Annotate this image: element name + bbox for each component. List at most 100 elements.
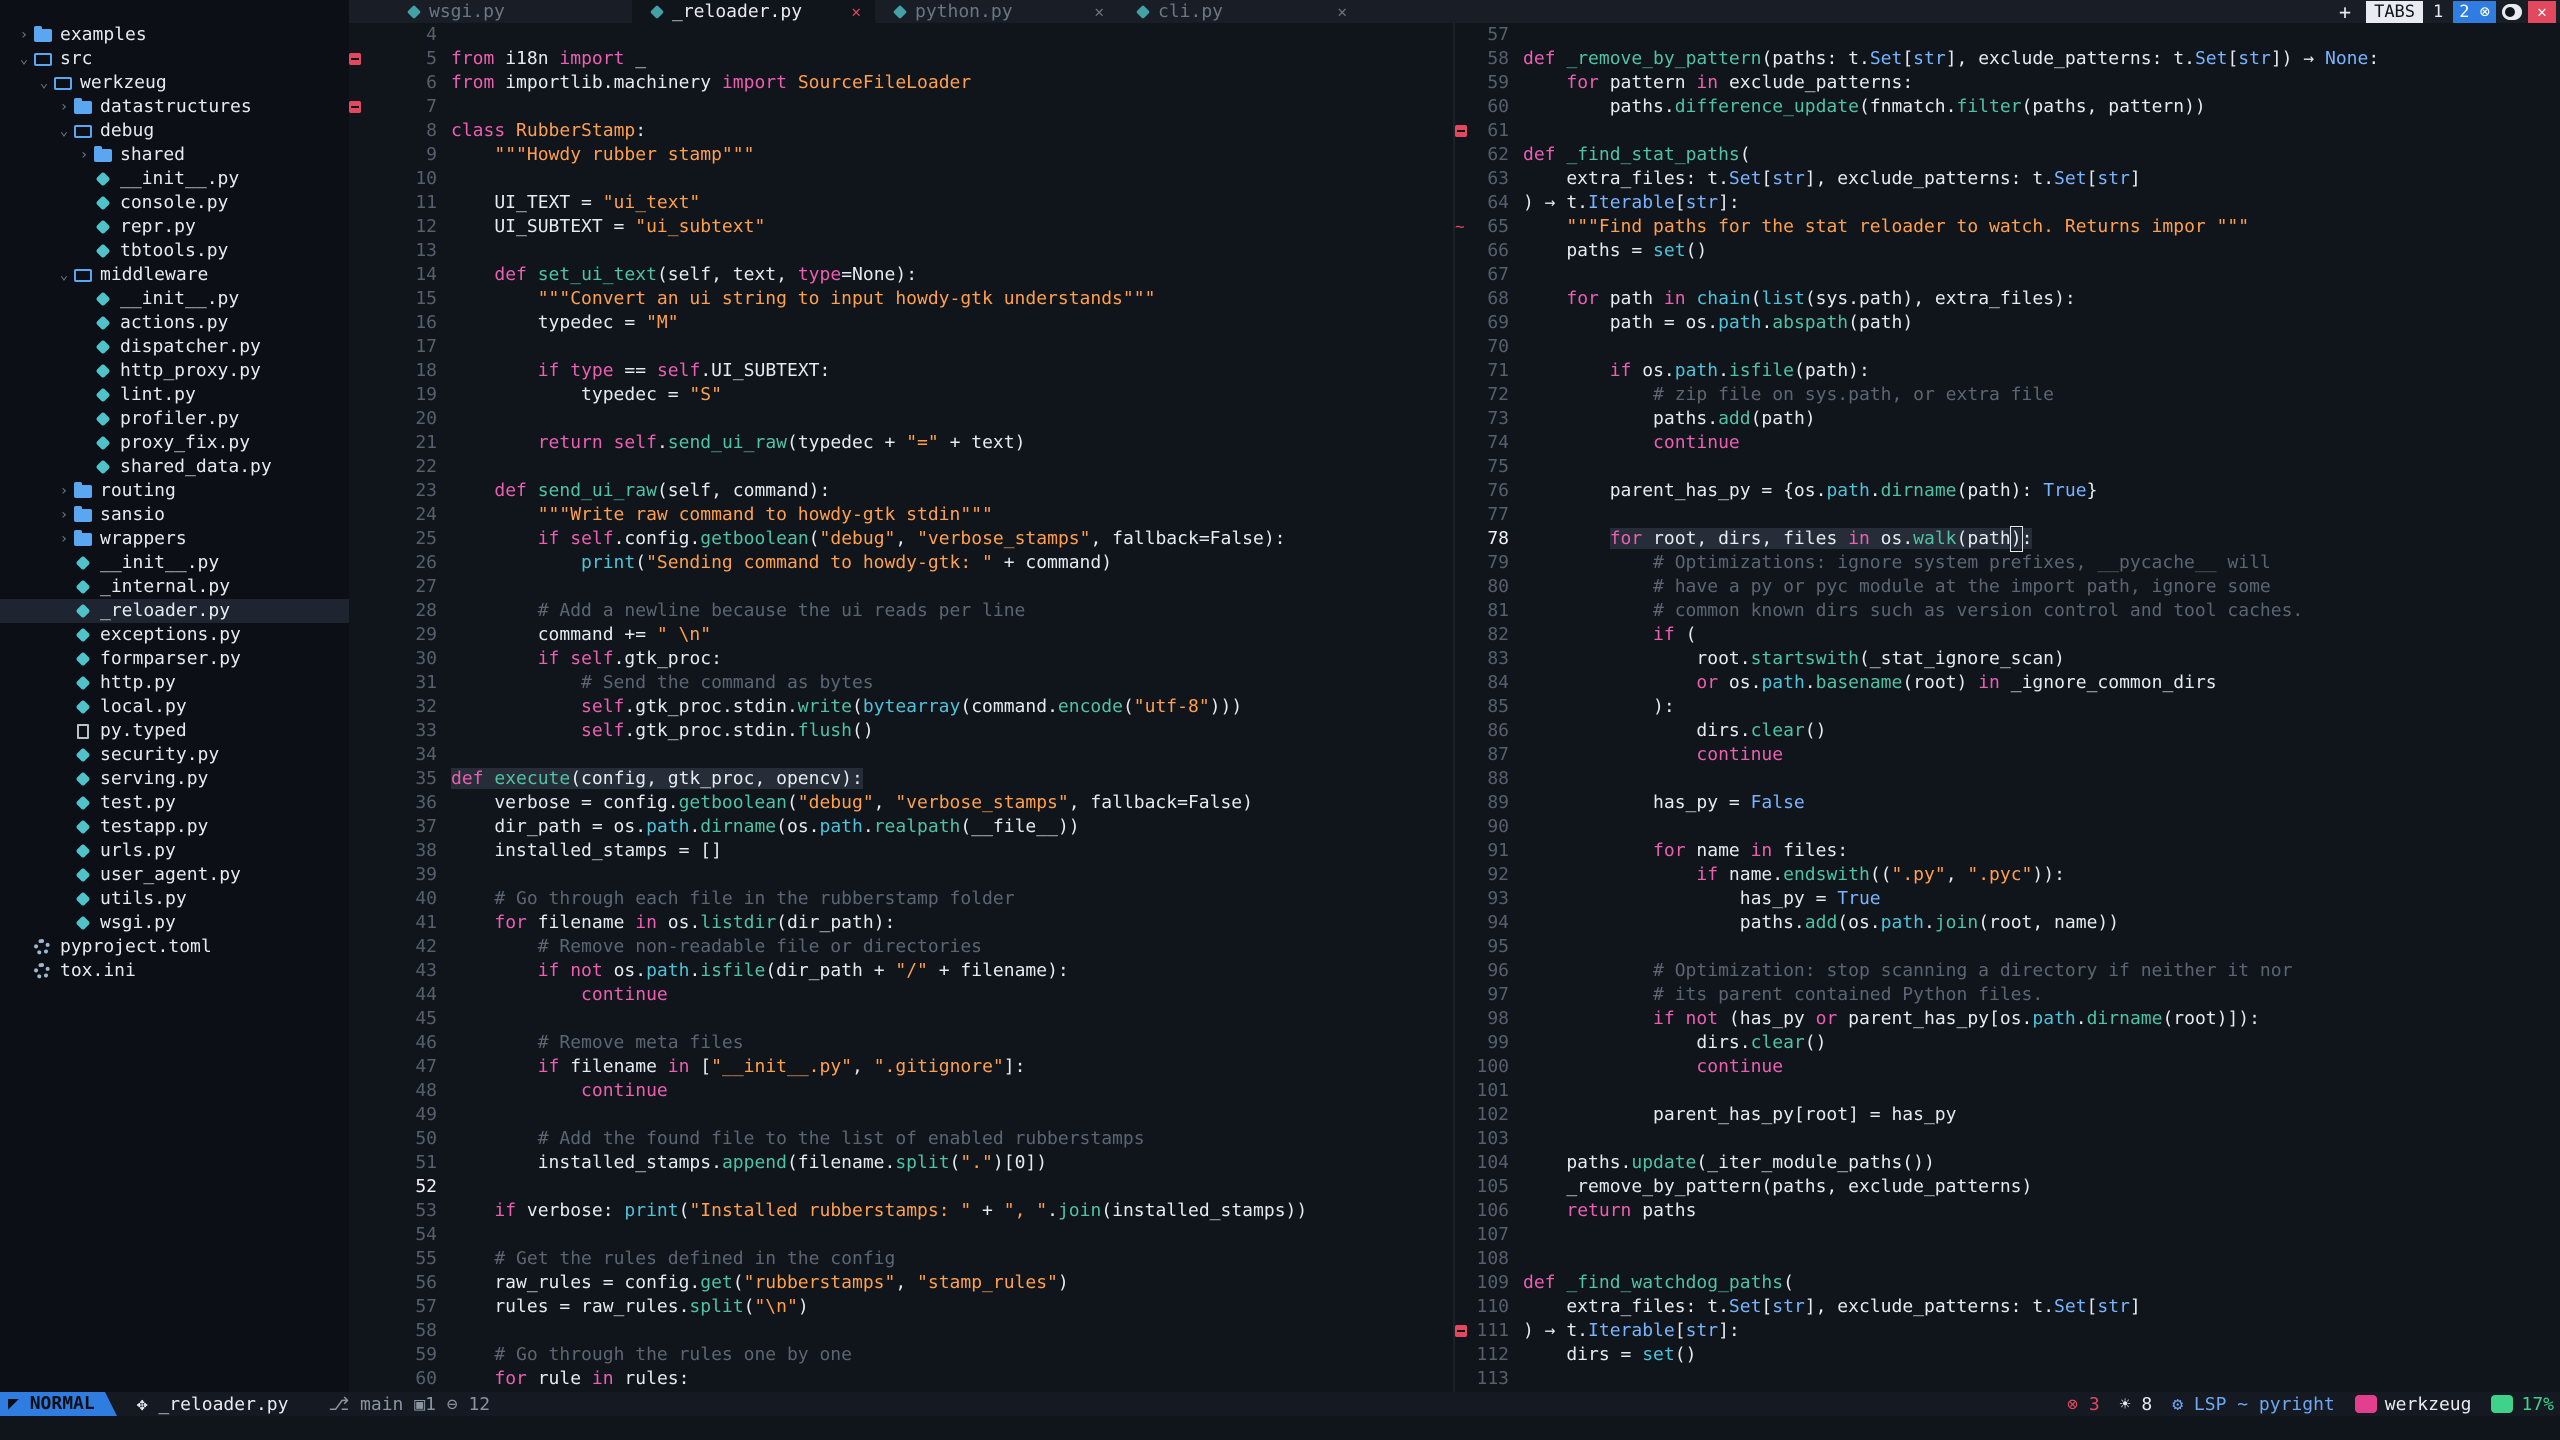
code-text[interactable]: for path in chain(list(sys.path), extra_… — [1523, 287, 2560, 311]
tree-item[interactable]: ›__init__.py — [0, 167, 349, 191]
code-text[interactable]: has_py = False — [1523, 791, 2560, 815]
code-text[interactable]: self.gtk_proc.stdin.write(bytearray(comm… — [451, 695, 1453, 719]
code-text[interactable]: dirs.clear() — [1523, 1031, 2560, 1055]
tab-cli-py[interactable]: cli.py ✕ — [1118, 0, 1361, 23]
tree-item[interactable]: ›serving.py — [0, 767, 349, 791]
code-text[interactable]: # Get the rules defined in the config — [451, 1247, 1453, 1271]
code-text[interactable]: if not os.path.isfile(dir_path + "/" + f… — [451, 959, 1453, 983]
code-text[interactable]: def execute(config, gtk_proc, opencv): — [451, 767, 1453, 791]
tree-item[interactable]: ⌄ debug — [0, 119, 349, 143]
code-text[interactable]: return paths — [1523, 1199, 2560, 1223]
tree-item[interactable]: › examples — [0, 23, 349, 47]
file-explorer[interactable]: › examples ⌄ src ⌄ werkzeug › datastructures ⌄ de… — [0, 0, 349, 1392]
code-text[interactable]: for rule in rules: — [451, 1367, 1453, 1391]
code-text[interactable] — [451, 1223, 1453, 1247]
code-text[interactable]: if verbose: print("Installed rubberstamp… — [451, 1199, 1453, 1223]
code-text[interactable] — [1523, 23, 2560, 47]
lsp-status[interactable]: ⚙ LSP ~ pyright — [2172, 1394, 2335, 1415]
tree-item[interactable]: ›actions.py — [0, 311, 349, 335]
code-text[interactable] — [1523, 935, 2560, 959]
code-text[interactable]: # Remove meta files — [451, 1031, 1453, 1055]
code-text[interactable] — [1523, 263, 2560, 287]
tree-item[interactable]: ›tbtools.py — [0, 239, 349, 263]
code-text[interactable]: extra_files: t.Set[str], exclude_pattern… — [1523, 167, 2560, 191]
chevron-down-icon[interactable]: ⌄ — [54, 263, 74, 287]
code-text[interactable]: # Add a newline because the ui reads per… — [451, 599, 1453, 623]
close-icon[interactable]: ✕ — [1337, 0, 1347, 23]
tab-group-1[interactable]: 1 — [2429, 2, 2447, 22]
code-text[interactable] — [451, 1103, 1453, 1127]
close-icon[interactable]: ✕ — [1094, 0, 1104, 23]
code-text[interactable]: # Remove non-readable file or directorie… — [451, 935, 1453, 959]
code-text[interactable]: for root, dirs, files in os.walk(path): — [1523, 526, 2560, 552]
code-text[interactable]: print("Sending command to howdy-gtk: " +… — [451, 551, 1453, 575]
code-text[interactable]: """Find paths for the stat reloader to w… — [1523, 215, 2560, 239]
code-text[interactable]: # Optimization: stop scanning a director… — [1523, 959, 2560, 983]
tree-item[interactable]: ›wsgi.py — [0, 911, 349, 935]
chevron-right-icon[interactable]: › — [54, 503, 74, 527]
editor-pane-left[interactable]: 4 5 from i18n import _ 6 from importlib.mach… — [349, 23, 1453, 1392]
code-text[interactable]: UI_SUBTEXT = "ui_subtext" — [451, 215, 1453, 239]
tree-item[interactable]: › sansio — [0, 503, 349, 527]
tab-group-2[interactable]: 2 ⊗ — [2453, 0, 2496, 23]
code-text[interactable]: parent_has_py = {os.path.dirname(path): … — [1523, 479, 2560, 503]
tree-item[interactable]: ›local.py — [0, 695, 349, 719]
tab-wsgi-py[interactable]: wsgi.py — [389, 0, 632, 23]
code-text[interactable]: """Convert an ui string to input howdy-g… — [451, 287, 1453, 311]
code-text[interactable]: # Optimizations: ignore system prefixes,… — [1523, 551, 2560, 575]
chevron-right-icon[interactable]: › — [14, 23, 34, 47]
code-text[interactable]: typedec = "S" — [451, 383, 1453, 407]
code-text[interactable]: continue — [451, 983, 1453, 1007]
editor-pane-right[interactable]: 57 58 def _remove_by_pattern(paths: t.Set[… — [1455, 23, 2560, 1392]
code-text[interactable]: if os.path.isfile(path): — [1523, 359, 2560, 383]
tree-item[interactable]: ›exceptions.py — [0, 623, 349, 647]
tree-item[interactable]: ›http_proxy.py — [0, 359, 349, 383]
code-text[interactable] — [451, 167, 1453, 191]
tree-item[interactable]: ›test.py — [0, 791, 349, 815]
close-window-button[interactable]: ✕ — [2528, 0, 2556, 23]
code-text[interactable]: dirs = set() — [1523, 1343, 2560, 1367]
code-text[interactable]: def _find_stat_paths( — [1523, 143, 2560, 167]
code-text[interactable]: paths = set() — [1523, 239, 2560, 263]
code-text[interactable] — [451, 455, 1453, 479]
tree-item[interactable]: › wrappers — [0, 527, 349, 551]
code-text[interactable]: ) → t.Iterable[str]: — [1523, 1319, 2560, 1343]
code-text[interactable]: root.startswith(_stat_ignore_scan) — [1523, 647, 2560, 671]
code-text[interactable]: if ( — [1523, 623, 2560, 647]
tree-item[interactable]: ›__init__.py — [0, 287, 349, 311]
code-text[interactable] — [451, 23, 1453, 47]
tab--reloader-py[interactable]: _reloader.py ✕ — [632, 0, 875, 23]
tree-item[interactable]: ⌄ src — [0, 47, 349, 71]
code-text[interactable]: self.gtk_proc.stdin.flush() — [451, 719, 1453, 743]
close-icon[interactable]: ✕ — [851, 0, 861, 23]
tree-item[interactable]: ›__init__.py — [0, 551, 349, 575]
code-text[interactable]: raw_rules = config.get("rubberstamps", "… — [451, 1271, 1453, 1295]
code-text[interactable]: paths.difference_update(fnmatch.filter(p… — [1523, 95, 2560, 119]
tree-item[interactable]: ›tox.ini — [0, 959, 349, 983]
new-tab-button[interactable]: + — [2330, 0, 2360, 24]
code-text[interactable]: UI_TEXT = "ui_text" — [451, 191, 1453, 215]
code-text[interactable]: def _find_watchdog_paths( — [1523, 1271, 2560, 1295]
theme-toggle-icon[interactable] — [2502, 3, 2522, 20]
tree-item[interactable]: ›urls.py — [0, 839, 349, 863]
tree-item[interactable]: ›profiler.py — [0, 407, 349, 431]
code-text[interactable]: # have a py or pyc module at the import … — [1523, 575, 2560, 599]
code-text[interactable]: """Howdy rubber stamp""" — [451, 143, 1453, 167]
diagnostics-errors[interactable]: ⊗ 3 — [2067, 1394, 2100, 1415]
code-text[interactable]: # Go through the rules one by one — [451, 1343, 1453, 1367]
code-text[interactable] — [451, 743, 1453, 767]
tree-item[interactable]: ›pyproject.toml — [0, 935, 349, 959]
code-text[interactable]: continue — [1523, 431, 2560, 455]
code-text[interactable]: parent_has_py[root] = has_py — [1523, 1103, 2560, 1127]
code-text[interactable]: # its parent contained Python files. — [1523, 983, 2560, 1007]
code-text[interactable]: paths.update(_iter_module_paths()) — [1523, 1151, 2560, 1175]
code-text[interactable]: paths.add(path) — [1523, 407, 2560, 431]
code-text[interactable] — [451, 863, 1453, 887]
code-text[interactable]: class RubberStamp: — [451, 119, 1453, 143]
tree-item[interactable]: ›user_agent.py — [0, 863, 349, 887]
code-text[interactable]: for name in files: — [1523, 839, 2560, 863]
tree-item[interactable]: ⌄ middleware — [0, 263, 349, 287]
code-text[interactable]: if filename in ["__init__.py", ".gitigno… — [451, 1055, 1453, 1079]
code-text[interactable]: from i18n import _ — [451, 47, 1453, 71]
chevron-down-icon[interactable]: ⌄ — [54, 119, 74, 143]
